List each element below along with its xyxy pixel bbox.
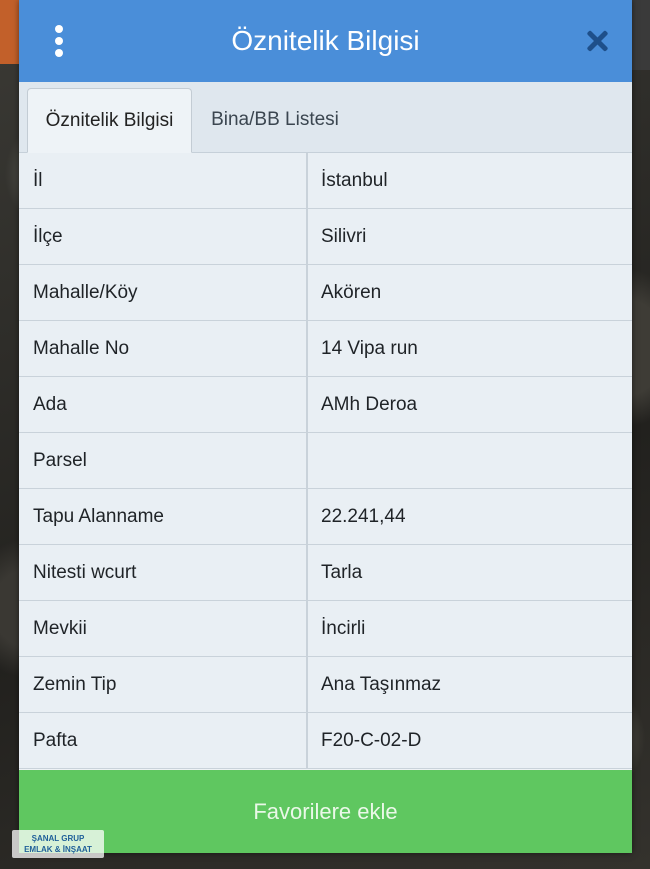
background-edge-right	[632, 0, 650, 70]
attribute-value: İstanbul	[308, 153, 632, 208]
add-to-favorites-button[interactable]: Favorilere ekle	[19, 770, 632, 853]
attribute-table: İl İstanbul İlçe Silivri Mahalle/Köy Akö…	[19, 153, 632, 769]
attribute-dialog: Öznitelik Bilgisi Öznitelik Bilgisi Bina…	[19, 0, 632, 853]
table-row: Pafta F20-C-02-D	[19, 713, 632, 769]
attribute-key: Mevkii	[19, 601, 308, 656]
company-logo: ŞANAL GRUP EMLAK & İNŞAAT	[12, 830, 104, 858]
attribute-key: Parsel	[19, 433, 308, 488]
attribute-value: İncirli	[308, 601, 632, 656]
attribute-key: Mahalle/Köy	[19, 265, 308, 320]
attribute-key: Mahalle No	[19, 321, 308, 376]
attribute-key: Zemin Tip	[19, 657, 308, 712]
table-row: Zemin Tip Ana Taşınmaz	[19, 657, 632, 713]
attribute-key: İl	[19, 153, 308, 208]
table-row: Mahalle/Köy Akören	[19, 265, 632, 321]
attribute-value: Akören	[308, 265, 632, 320]
logo-line-2: EMLAK & İNŞAAT	[24, 845, 92, 854]
table-row: Mevkii İncirli	[19, 601, 632, 657]
tab-building-list[interactable]: Bina/BB Listesi	[195, 88, 355, 152]
attribute-key: Tapu Alanname	[19, 489, 308, 544]
attribute-key: İlçe	[19, 209, 308, 264]
logo-line-1: ŞANAL GRUP	[31, 834, 85, 843]
tab-bar: Öznitelik Bilgisi Bina/BB Listesi	[19, 82, 632, 153]
table-row: Ada AMh Deroa	[19, 377, 632, 433]
table-row: İlçe Silivri	[19, 209, 632, 265]
attribute-key: Ada	[19, 377, 308, 432]
attribute-value: 22.241,44	[308, 489, 632, 544]
table-row: Parsel	[19, 433, 632, 489]
attribute-value	[308, 433, 632, 488]
attribute-value: Tarla	[308, 545, 632, 600]
attribute-key: Nitesti wcurt	[19, 545, 308, 600]
table-row: İl İstanbul	[19, 153, 632, 209]
table-row: Nitesti wcurt Tarla	[19, 545, 632, 601]
attribute-value: F20-C-02-D	[308, 713, 632, 768]
attribute-value: 14 Vipa run	[308, 321, 632, 376]
attribute-key: Pafta	[19, 713, 308, 768]
dialog-header: Öznitelik Bilgisi	[19, 0, 632, 83]
attribute-value: Silivri	[308, 209, 632, 264]
table-row: Tapu Alanname 22.241,44	[19, 489, 632, 545]
attribute-value: AMh Deroa	[308, 377, 632, 432]
attribute-value: Ana Taşınmaz	[308, 657, 632, 712]
table-row: Mahalle No 14 Vipa run	[19, 321, 632, 377]
tab-attribute-info[interactable]: Öznitelik Bilgisi	[27, 88, 192, 153]
close-icon[interactable]	[586, 30, 608, 52]
dialog-title: Öznitelik Bilgisi	[231, 25, 420, 56]
